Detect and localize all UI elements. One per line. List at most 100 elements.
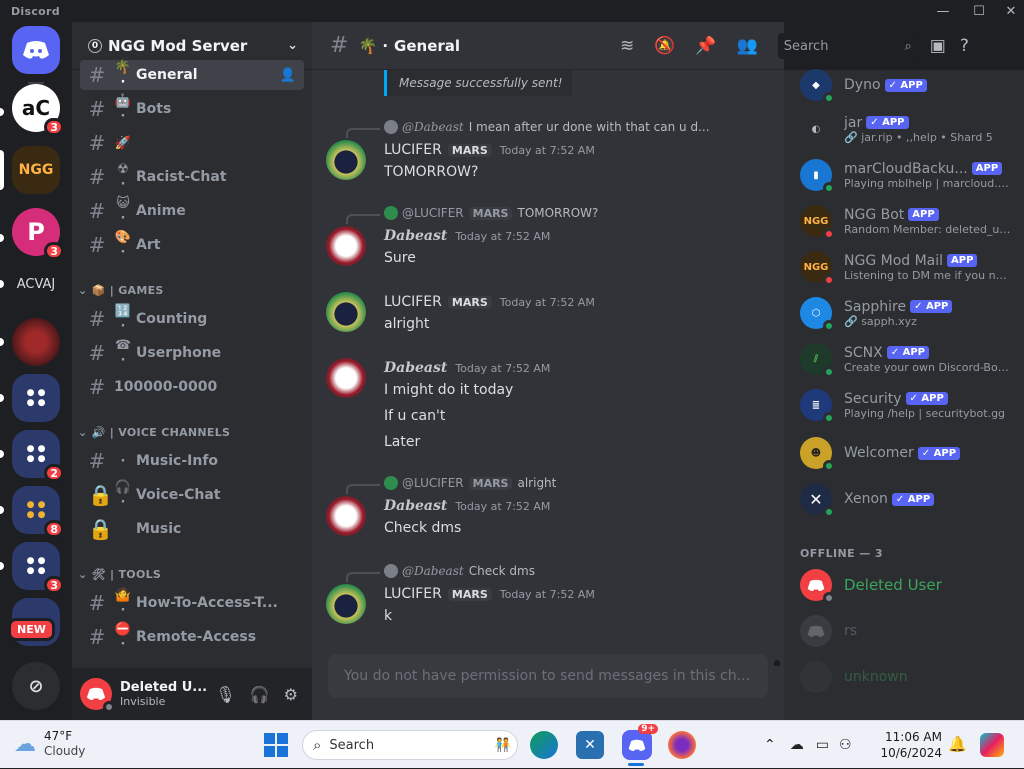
- edge-icon[interactable]: [530, 731, 558, 759]
- server-ac[interactable]: aC 3: [12, 84, 64, 136]
- display-icon[interactable]: ▭: [816, 737, 829, 753]
- channel-userphone[interactable]: # ☎ · Userphone: [80, 338, 304, 368]
- search-icon: ⌕: [904, 38, 912, 54]
- clock[interactable]: 11:06 AM 10/6/2024: [880, 729, 942, 761]
- mention-badge: 3: [44, 576, 64, 594]
- category-games[interactable]: ⌄ 📦 | GAMES: [78, 284, 164, 297]
- folder-icons: ● ● ● ●: [26, 388, 46, 408]
- avatar[interactable]: [326, 358, 366, 398]
- close-button[interactable]: ✕: [994, 0, 1024, 22]
- member-sapphire[interactable]: ⬡ Sapphire ✓ APP 🔗 sapph.xyz: [800, 292, 1024, 334]
- battery-icon[interactable]: ⚇: [839, 737, 852, 753]
- channel-anime[interactable]: # 😺 · Anime: [80, 196, 304, 226]
- discord-home-button[interactable]: [12, 26, 60, 74]
- message-author[interactable]: LUCIFER MARS Today at 7:52 AM: [384, 294, 595, 310]
- category-voice[interactable]: ⌄ 🔊 | VOICE CHANNELS: [78, 426, 230, 439]
- minimize-button[interactable]: —: [926, 0, 960, 22]
- microphone-icon[interactable]: 🎙: [215, 685, 235, 704]
- unread-pill: [0, 234, 4, 242]
- xbox-icon[interactable]: ✕: [576, 731, 604, 759]
- server-folder-2[interactable]: ● ● ● ● 2: [12, 430, 64, 482]
- inbox-icon[interactable]: ▣: [930, 36, 946, 56]
- scrollbar[interactable]: [774, 660, 780, 666]
- reply-preview[interactable]: @LUCIFER MARS TOMORROW?: [384, 206, 598, 220]
- reply-preview[interactable]: @Dabeast Check dms: [384, 564, 535, 578]
- search-highlight-icon: 🧑‍🤝‍🧑: [494, 737, 511, 753]
- server-tag: MARS: [468, 206, 513, 220]
- member-ngg-bot[interactable]: NGG NGG Bot APP Random Member: deleted_us.…: [800, 200, 1024, 242]
- message-author[interactable]: Dabeast Today at 7:52 AM: [384, 360, 550, 376]
- member-xenon[interactable]: ✕ Xenon ✓ APP: [800, 478, 1024, 520]
- member-ngg-mod-mail[interactable]: NGG NGG Mod Mail APP Listening to DM me if…: [800, 246, 1024, 288]
- copilot-icon[interactable]: [980, 733, 1004, 757]
- bell-icon[interactable]: 🔔: [948, 735, 967, 753]
- pin-icon[interactable]: 📌: [695, 36, 716, 56]
- headphones-icon[interactable]: 🎧: [250, 685, 270, 704]
- avatar[interactable]: [326, 140, 366, 180]
- taskbar-search[interactable]: ⌕ Search 🧑‍🤝‍🧑: [302, 730, 518, 760]
- reply-preview[interactable]: @LUCIFER MARS alright: [384, 476, 556, 490]
- invite-icon[interactable]: 👤: [280, 68, 296, 83]
- windows-start-icon[interactable]: [264, 733, 288, 757]
- firefox-icon[interactable]: [668, 731, 696, 759]
- explore-button[interactable]: ⊘: [12, 662, 60, 710]
- avatar[interactable]: [326, 292, 366, 332]
- channel-100000[interactable]: # 100000-0000: [80, 372, 304, 402]
- maximize-button[interactable]: ☐: [962, 0, 996, 22]
- channel-music-info[interactable]: # · Music-Info: [80, 446, 304, 476]
- server-folder-4[interactable]: ● ● ● ● 3: [12, 542, 64, 594]
- member-unknown[interactable]: unknown: [800, 656, 1024, 698]
- channel-rocket[interactable]: # 🚀: [80, 128, 304, 158]
- help-icon[interactable]: ?: [960, 36, 969, 56]
- message-author[interactable]: LUCIFER MARS Today at 7:52 AM: [384, 142, 595, 158]
- channel-voice-chat[interactable]: 🔒 🎧 · Voice-Chat: [80, 480, 304, 510]
- threads-icon[interactable]: ≋: [620, 36, 634, 56]
- server-ngg[interactable]: NGG: [12, 146, 60, 194]
- mute-bell-icon[interactable]: 🔕: [654, 36, 675, 56]
- chevron-up-icon[interactable]: ⌃: [764, 737, 776, 753]
- member-deleted-user[interactable]: Deleted User: [800, 564, 1024, 606]
- cloud-off-icon[interactable]: ☁: [790, 737, 804, 753]
- server-acvaj[interactable]: ACVAJ: [12, 260, 60, 308]
- member-scnx[interactable]: ⫽ SCNX ✓ APP Create your own Discord-Bot .…: [800, 338, 1024, 380]
- member-jar[interactable]: ◐ jar ✓ APP 🔗 jar.rip • ,,help • Shard 5: [800, 108, 1024, 150]
- member-name: Welcomer: [844, 445, 914, 461]
- channel-remote-access[interactable]: # ⛔ · Remote-Access: [80, 622, 304, 652]
- category-tools[interactable]: ⌄ 🛠 | TOOLS: [78, 568, 161, 581]
- taskbar-search-label: Search: [329, 737, 375, 753]
- server-red[interactable]: [12, 318, 60, 366]
- avatar[interactable]: [326, 496, 366, 536]
- channel-bots[interactable]: # 🤖 · Bots: [80, 94, 304, 124]
- unread-pill: [0, 338, 4, 346]
- channel-counting[interactable]: # 🔢 · Counting: [80, 304, 304, 334]
- channel-general[interactable]: # 🌴 · General 👤: [80, 60, 304, 90]
- avatar: [384, 120, 398, 134]
- channel-art[interactable]: # 🎨 · Art: [80, 230, 304, 260]
- weather-widget[interactable]: ☁ 47°F Cloudy: [14, 729, 85, 759]
- message-author[interactable]: Dabeast Today at 7:52 AM: [384, 498, 550, 514]
- discord-taskbar-icon[interactable]: 9+: [622, 724, 658, 760]
- reply-text: alright: [517, 476, 557, 490]
- avatar[interactable]: [326, 584, 366, 624]
- server-folder-3[interactable]: ● ● ● ● 8: [12, 486, 64, 538]
- member-marcloud[interactable]: ▮ marCloudBacku... APP Playing mblhelp | m…: [800, 154, 1024, 196]
- message-author[interactable]: LUCIFER MARS Today at 7:52 AM: [384, 586, 595, 602]
- avatar[interactable]: [326, 226, 366, 266]
- channel-racist-chat[interactable]: # ☢ · Racist-Chat: [80, 162, 304, 192]
- message-author[interactable]: Dabeast Today at 7:52 AM: [384, 228, 550, 244]
- channel-music[interactable]: 🔒 Music: [80, 514, 304, 544]
- members-icon[interactable]: 👥: [737, 36, 758, 56]
- author-name: LUCIFER: [384, 294, 442, 310]
- member-welcomer[interactable]: ☻ Welcomer ✓ APP: [800, 432, 1024, 474]
- discord-logo-icon: [86, 687, 106, 700]
- search-input[interactable]: Search ⌕: [777, 33, 918, 59]
- server-p[interactable]: P 3: [12, 208, 64, 260]
- member-security[interactable]: ≣ Security ✓ APP Playing /help | securityb…: [800, 384, 1024, 426]
- channel-how-to-access[interactable]: # 🤷 · How-To-Access-T...: [80, 588, 304, 618]
- reply-preview[interactable]: @Dabeast I mean after ur done with that …: [384, 120, 710, 134]
- server-folder-1[interactable]: ● ● ● ●: [12, 374, 60, 422]
- member-rs[interactable]: rs: [800, 610, 1024, 652]
- gear-icon[interactable]: ⚙: [284, 685, 298, 704]
- member-dyno[interactable]: ◆ Dyno ✓ APP: [800, 64, 1024, 106]
- avatar[interactable]: [80, 678, 115, 713]
